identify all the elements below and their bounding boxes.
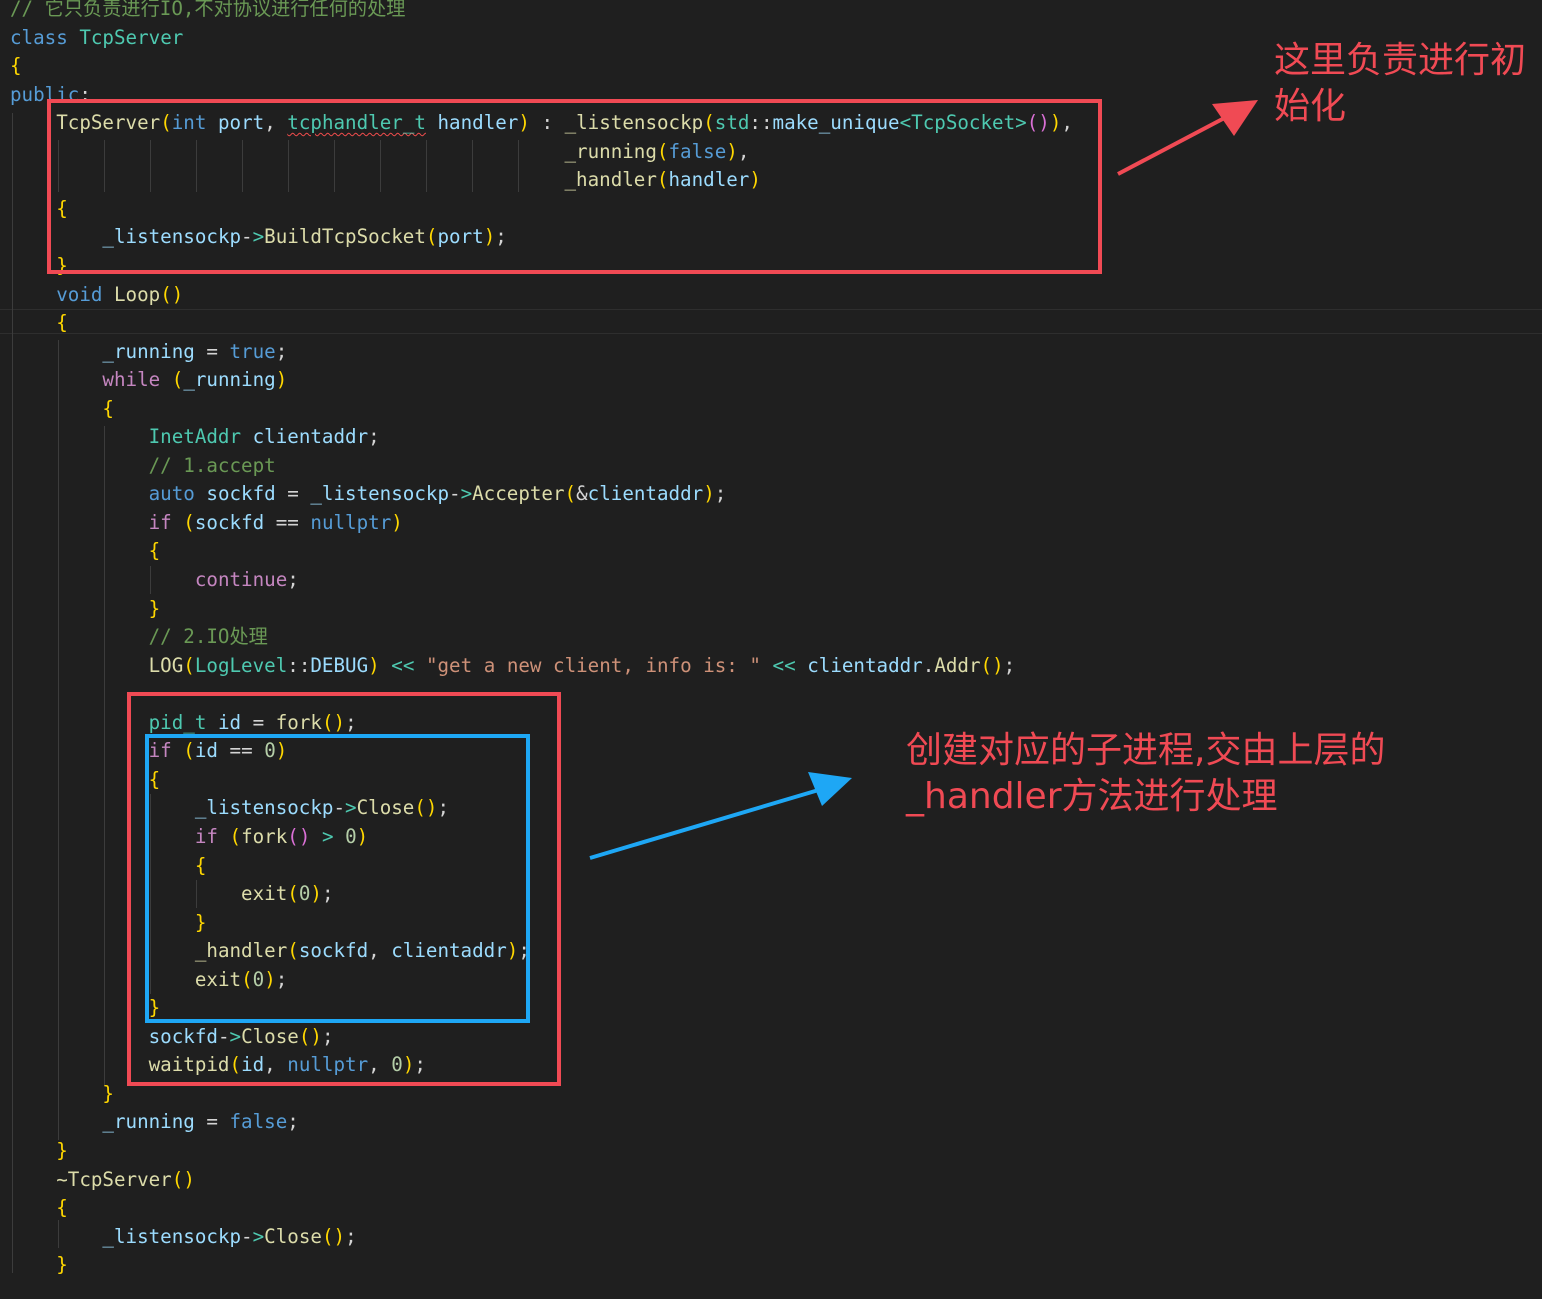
annotation-arrows — [589, 100, 1258, 860]
child-process-annotation-line: _handler方法进行处理 — [906, 776, 1278, 817]
child-process-annotation: 创建对应的子进程,交由上层的 _handler方法进行处理 — [906, 728, 1385, 820]
init-annotation-line: 这里负责进行初 — [1274, 40, 1527, 81]
init-annotation-line: 始化 — [1274, 86, 1347, 127]
blue-arrow — [589, 772, 852, 860]
child-process-annotation-line: 创建对应的子进程,交由上层的 — [906, 730, 1386, 771]
init-annotation: 这里负责进行初 始化 — [1274, 38, 1526, 130]
red-arrow — [1117, 100, 1258, 176]
